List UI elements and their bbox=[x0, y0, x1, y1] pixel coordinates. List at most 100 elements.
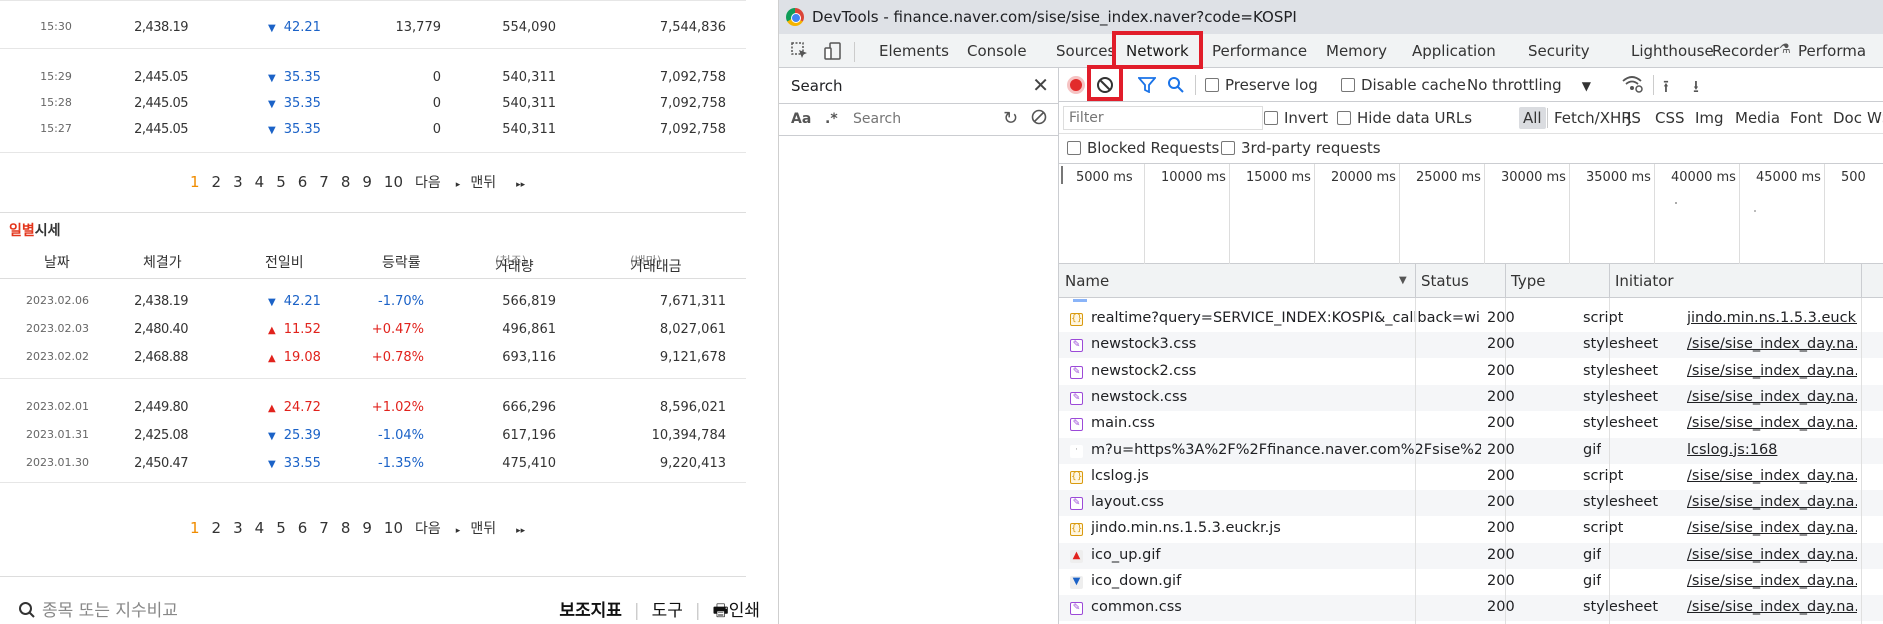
devtools-tab-performa[interactable]: Performa bbox=[1798, 42, 1866, 60]
search-input[interactable] bbox=[851, 108, 991, 130]
page-link-9[interactable]: 9 bbox=[362, 519, 372, 537]
request-row[interactable]: · m?u=https%3A%2F%2Ffinance.naver.com%2Fs… bbox=[1059, 437, 1883, 464]
request-row[interactable]: ✎ newstock.css 200 stylesheet/sise/sise_ind… bbox=[1059, 384, 1883, 411]
page-link-6[interactable]: 6 bbox=[298, 519, 308, 537]
last-page-link[interactable]: 맨뒤 ▸▸ bbox=[470, 172, 525, 192]
match-case-button[interactable]: Aa bbox=[791, 111, 811, 127]
request-name[interactable]: lcslog.js bbox=[1091, 468, 1481, 484]
request-name[interactable]: newstock2.css bbox=[1091, 363, 1481, 379]
filter-type-ws[interactable]: WS bbox=[1867, 109, 1883, 127]
request-row[interactable]: {} jindo.min.ns.1.5.3.euckr.js 200 script/s… bbox=[1059, 516, 1883, 542]
filter-type-js[interactable]: JS bbox=[1627, 109, 1641, 127]
filter-type-all[interactable]: All bbox=[1519, 107, 1546, 129]
page-link-1[interactable]: 1 bbox=[190, 173, 200, 191]
request-name[interactable]: layout.css bbox=[1091, 494, 1481, 510]
request-name[interactable]: common.css bbox=[1091, 599, 1481, 615]
tool-button[interactable]: 도구 bbox=[652, 601, 683, 621]
filter-input[interactable] bbox=[1063, 106, 1263, 130]
filter-type-img[interactable]: Img bbox=[1695, 109, 1724, 127]
devtools-tab-network[interactable]: Network bbox=[1126, 42, 1189, 60]
import-har-icon[interactable]: ⭱ bbox=[1663, 74, 1669, 103]
request-name[interactable]: jindo.min.ns.1.5.3.euckr.js bbox=[1091, 520, 1481, 536]
request-initiator-link[interactable]: /sise/sise_index_day.na... bbox=[1687, 415, 1857, 431]
request-row[interactable]: {} realtime?query=SERVICE_INDEX:KOSPI&_ca… bbox=[1059, 306, 1883, 332]
page-link-10[interactable]: 10 bbox=[384, 173, 403, 191]
request-initiator-link[interactable]: /sise/sise_index_day.na... bbox=[1687, 494, 1857, 510]
devtools-tab-recorder[interactable]: Recorder bbox=[1712, 42, 1779, 60]
request-initiator-link[interactable]: /sise/sise_index_day.na... bbox=[1687, 336, 1857, 352]
page-link-4[interactable]: 4 bbox=[255, 173, 265, 191]
request-name[interactable]: ico_up.gif bbox=[1091, 547, 1481, 563]
request-initiator-link[interactable]: jindo.min.ns.1.5.3.euckr... bbox=[1687, 310, 1857, 326]
blocked-requests-checkbox[interactable]: Blocked Requests bbox=[1067, 139, 1219, 157]
filter-type-css[interactable]: CSS bbox=[1655, 109, 1685, 127]
next-page-link[interactable]: 다음 ▸ bbox=[415, 518, 460, 538]
request-name[interactable]: ico_down.gif bbox=[1091, 573, 1481, 589]
col-status[interactable]: Status bbox=[1421, 272, 1469, 290]
record-button[interactable] bbox=[1067, 76, 1085, 94]
devtools-tab-application[interactable]: Application bbox=[1412, 42, 1496, 60]
page-link-3[interactable]: 3 bbox=[233, 173, 243, 191]
search-network-icon[interactable] bbox=[1167, 76, 1185, 98]
filter-icon[interactable] bbox=[1137, 77, 1157, 97]
clear-search-icon[interactable] bbox=[1031, 109, 1047, 129]
print-button[interactable]: 🖶인쇄 bbox=[713, 601, 760, 621]
close-icon[interactable]: ✕ bbox=[1032, 73, 1049, 97]
third-party-requests-checkbox[interactable]: 3rd-party requests bbox=[1221, 139, 1381, 157]
request-row[interactable]: ✎ newstock2.css 200 stylesheet/sise/sise_in… bbox=[1059, 359, 1883, 385]
request-name[interactable]: realtime?query=SERVICE_INDEX:KOSPI&_call… bbox=[1091, 310, 1481, 326]
request-row[interactable]: ✎ layout.css 200 stylesheet/sise/sise_index… bbox=[1059, 490, 1883, 517]
last-page-link[interactable]: 맨뒤 ▸▸ bbox=[470, 518, 525, 538]
request-row[interactable]: {} lcslog.js 200 script/sise/sise_index_day… bbox=[1059, 464, 1883, 490]
page-link-10[interactable]: 10 bbox=[384, 519, 403, 537]
request-initiator-link[interactable]: lcslog.js:168 bbox=[1687, 442, 1857, 458]
devtools-tab-console[interactable]: Console bbox=[967, 42, 1027, 60]
page-link-8[interactable]: 8 bbox=[341, 519, 351, 537]
page-link-5[interactable]: 5 bbox=[276, 173, 286, 191]
request-row[interactable]: ✎ main.css 200 stylesheet/sise/sise_index_d… bbox=[1059, 411, 1883, 437]
filter-type-font[interactable]: Font bbox=[1790, 109, 1823, 127]
page-link-7[interactable]: 7 bbox=[319, 173, 329, 191]
request-initiator-link[interactable]: /sise/sise_index_day.na... bbox=[1687, 363, 1857, 379]
compare-search[interactable]: 종목 또는 지수비교 bbox=[18, 596, 178, 621]
request-initiator-link[interactable]: /sise/sise_index_day.na... bbox=[1687, 599, 1857, 615]
request-name[interactable]: m?u=https%3A%2F%2Ffinance.naver.com%2Fsi… bbox=[1091, 442, 1481, 458]
export-har-icon[interactable]: ⭳ bbox=[1693, 74, 1699, 103]
devtools-tab-memory[interactable]: Memory bbox=[1326, 42, 1387, 60]
regex-button[interactable]: .* bbox=[825, 111, 838, 127]
col-type[interactable]: Type bbox=[1511, 272, 1545, 290]
network-overview-timeline[interactable]: 5000 ms 10000 ms 15000 ms 20000 ms 25000 ms 3… bbox=[1059, 164, 1883, 264]
next-page-link[interactable]: 다음 ▸ bbox=[415, 172, 460, 192]
refresh-icon[interactable]: ↻ bbox=[1003, 108, 1018, 129]
page-link-4[interactable]: 4 bbox=[255, 519, 265, 537]
device-toolbar-icon[interactable] bbox=[824, 42, 842, 60]
network-conditions-icon[interactable] bbox=[1622, 75, 1644, 97]
col-initiator[interactable]: Initiator bbox=[1615, 272, 1674, 290]
col-name[interactable]: Name bbox=[1065, 272, 1109, 290]
filter-type-media[interactable]: Media bbox=[1735, 109, 1780, 127]
request-initiator-link[interactable]: /sise/sise_index_day.na... bbox=[1687, 389, 1857, 405]
devtools-tab-security[interactable]: Security bbox=[1528, 42, 1590, 60]
request-row[interactable]: ✎ newstock3.css 200 stylesheet/sise/sise_in… bbox=[1059, 332, 1883, 359]
disable-cache-checkbox[interactable]: Disable cache bbox=[1341, 76, 1466, 94]
request-name[interactable]: newstock.css bbox=[1091, 389, 1481, 405]
devtools-tab-sources[interactable]: Sources bbox=[1056, 42, 1115, 60]
page-link-5[interactable]: 5 bbox=[276, 519, 286, 537]
request-initiator-link[interactable]: /sise/sise_index_day.na... bbox=[1687, 468, 1857, 484]
page-link-2[interactable]: 2 bbox=[212, 519, 222, 537]
request-row[interactable]: ▲ ico_up.gif 200 gif/sise/sise_index_day.na… bbox=[1059, 542, 1883, 569]
filter-type-doc[interactable]: Doc bbox=[1833, 109, 1862, 127]
request-name[interactable]: main.css bbox=[1091, 415, 1481, 431]
throttling-select[interactable]: No throttling ▼ bbox=[1467, 76, 1591, 94]
page-link-3[interactable]: 3 bbox=[233, 519, 243, 537]
page-link-2[interactable]: 2 bbox=[212, 173, 222, 191]
inspect-element-icon[interactable] bbox=[791, 42, 809, 60]
request-initiator-link[interactable]: /sise/sise_index_day.na... bbox=[1687, 520, 1857, 536]
page-link-6[interactable]: 6 bbox=[298, 173, 308, 191]
filter-type-fetch-xhr[interactable]: Fetch/XHR bbox=[1554, 109, 1632, 127]
request-initiator-link[interactable]: /sise/sise_index_day.na... bbox=[1687, 547, 1857, 563]
devtools-tab-elements[interactable]: Elements bbox=[879, 42, 949, 60]
preserve-log-checkbox[interactable]: Preserve log bbox=[1205, 76, 1318, 94]
invert-checkbox[interactable]: Invert bbox=[1264, 109, 1328, 127]
hide-data-urls-checkbox[interactable]: Hide data URLs bbox=[1337, 109, 1472, 127]
